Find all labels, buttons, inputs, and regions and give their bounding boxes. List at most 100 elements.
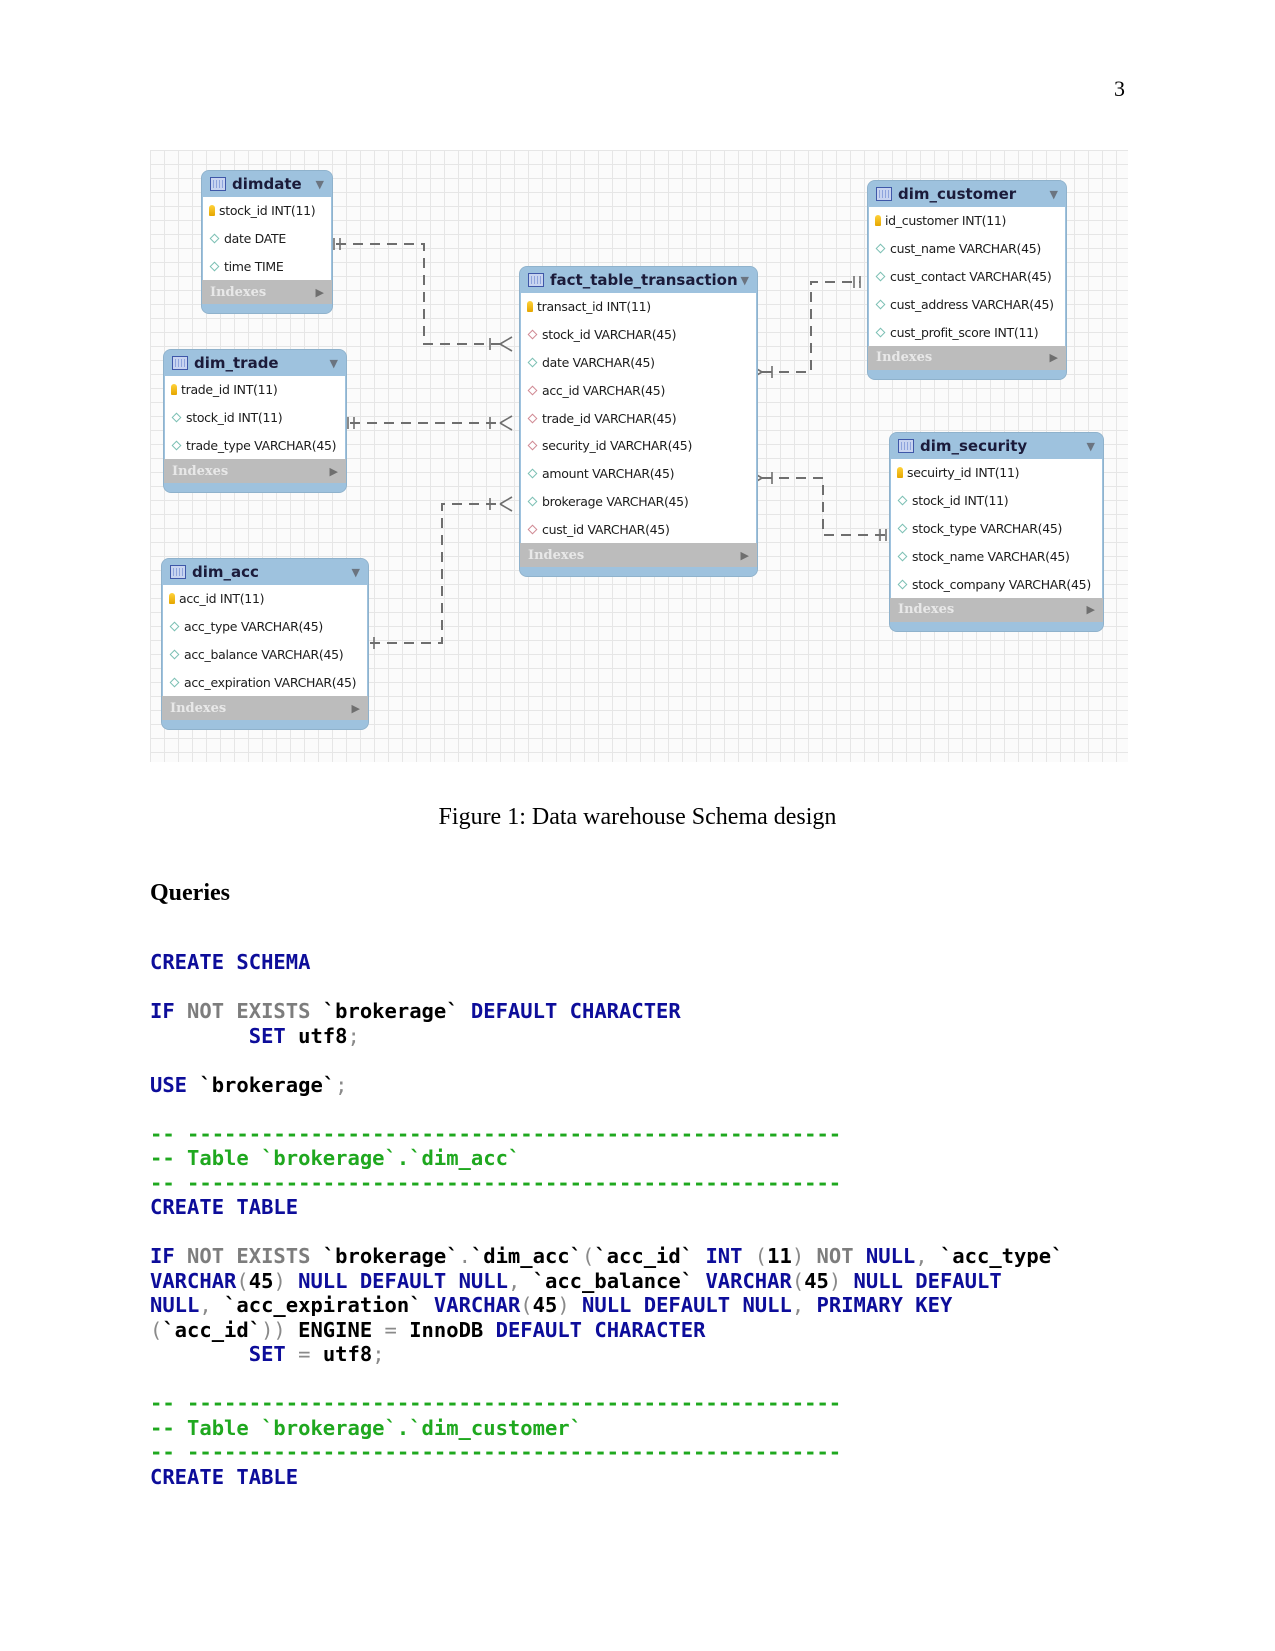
column-list: acc_id INT(11) acc_type VARCHAR(45) acc_ba… (163, 585, 367, 697)
column-label: stock_type VARCHAR(45) (912, 520, 1063, 536)
entity-dim-security[interactable]: dim_security ▼ secuirty_id INT(11) stock_… (890, 433, 1103, 631)
section-heading: Queries (150, 880, 230, 906)
identifier: `acc_type` (927, 1244, 1064, 1268)
column-label: date VARCHAR(45) (542, 354, 655, 370)
column-row[interactable]: stock_name VARCHAR(45) (891, 542, 1102, 570)
column-row[interactable]: trade_id INT(11) (165, 376, 345, 404)
column-row[interactable]: acc_id INT(11) (163, 585, 367, 613)
page-number: 3 (1114, 76, 1125, 101)
column-row[interactable]: stock_id INT(11) (165, 404, 345, 432)
column-row[interactable]: date VARCHAR(45) (521, 349, 756, 377)
column-row[interactable]: time TIME (203, 253, 331, 281)
collapse-caret-icon[interactable]: ▼ (1050, 188, 1058, 201)
primary-key-icon (171, 384, 177, 396)
column-label: acc_type VARCHAR(45) (184, 619, 323, 635)
punctuation: ( (520, 1293, 533, 1317)
foreign-key-diamond-icon (527, 385, 538, 396)
code-line: CREATE SCHEMA (150, 950, 1150, 975)
identifier: utf8 (322, 1342, 373, 1366)
expand-arrow-icon[interactable]: ▶ (330, 465, 338, 478)
indexes-section[interactable]: Indexes ▶ (868, 345, 1066, 370)
column-row[interactable]: cust_name VARCHAR(45) (869, 235, 1065, 263)
column-label: id_customer INT(11) (885, 213, 1007, 229)
comment-rule: -- -------------------------------------… (150, 1170, 842, 1195)
column-row[interactable]: acc_expiration VARCHAR(45) (163, 668, 367, 696)
column-row[interactable]: stock_id VARCHAR(45) (521, 321, 756, 349)
punctuation: , (199, 1293, 212, 1317)
collapse-caret-icon[interactable]: ▼ (330, 357, 338, 370)
column-row[interactable]: trade_type VARCHAR(45) (165, 432, 345, 460)
expand-arrow-icon[interactable]: ▶ (741, 549, 749, 562)
indexes-label: Indexes (170, 700, 227, 716)
indexes-label: Indexes (528, 547, 585, 563)
column-row[interactable]: stock_type VARCHAR(45) (891, 515, 1102, 543)
identifier: `acc_id` (594, 1244, 706, 1268)
collapse-caret-icon[interactable]: ▼ (316, 178, 324, 191)
column-diamond-icon (209, 233, 220, 244)
indexes-section[interactable]: Indexes ▶ (890, 597, 1103, 622)
column-row[interactable]: date DATE (203, 225, 331, 253)
expand-arrow-icon[interactable]: ▶ (352, 702, 360, 715)
column-row[interactable]: cust_contact VARCHAR(45) (869, 263, 1065, 291)
keyword: NULL DEFAULT NULL (285, 1268, 508, 1293)
entity-header: dimdate ▼ (202, 171, 332, 197)
column-list: secuirty_id INT(11) stock_id INT(11) stock… (891, 459, 1102, 598)
identifier: `brokerage` (310, 999, 471, 1023)
punctuation: ) (557, 1293, 570, 1317)
keyword: NULL (853, 1244, 916, 1268)
column-label: acc_expiration VARCHAR(45) (184, 674, 357, 690)
entity-title: dim_customer (898, 185, 1017, 203)
entity-dim-customer[interactable]: dim_customer ▼ id_customer INT(11) cust_n… (868, 181, 1066, 379)
column-row[interactable]: id_customer INT(11) (869, 207, 1065, 235)
column-label: cust_name VARCHAR(45) (890, 241, 1041, 257)
collapse-caret-icon[interactable]: ▼ (1087, 440, 1095, 453)
column-row[interactable]: stock_company VARCHAR(45) (891, 570, 1102, 598)
column-row[interactable]: cust_id VARCHAR(45) (521, 515, 756, 543)
entity-dimdate[interactable]: dimdate ▼ stock_id INT(11) date DATE time … (202, 171, 332, 314)
column-diamond-icon (169, 677, 180, 688)
column-row[interactable]: brokerage VARCHAR(45) (521, 488, 756, 516)
column-list: trade_id INT(11) stock_id INT(11) trade_ty… (165, 376, 345, 460)
column-row[interactable]: transact_id INT(11) (521, 293, 756, 321)
column-row[interactable]: cust_address VARCHAR(45) (869, 290, 1065, 318)
column-row[interactable]: acc_balance VARCHAR(45) (163, 641, 367, 669)
column-row[interactable]: cust_profit_score INT(11) (869, 318, 1065, 346)
collapse-caret-icon[interactable]: ▼ (741, 274, 749, 287)
indexes-section[interactable]: Indexes ▶ (162, 696, 368, 721)
entity-dim-trade[interactable]: dim_trade ▼ trade_id INT(11) stock_id INT… (164, 350, 346, 493)
identifier: `acc_id` (162, 1317, 262, 1342)
punctuation: ; (335, 1072, 348, 1097)
indexes-section[interactable]: Indexes ▶ (202, 280, 332, 305)
keyword: IF (150, 1244, 175, 1268)
column-label: stock_id VARCHAR(45) (542, 327, 677, 343)
expand-arrow-icon[interactable]: ▶ (1087, 603, 1095, 616)
entity-title: dim_trade (194, 354, 279, 372)
code-line: IF NOT EXISTS `brokerage`.`dim_acc`(`acc… (150, 1244, 1150, 1269)
expand-arrow-icon[interactable]: ▶ (316, 286, 324, 299)
column-label: cust_profit_score INT(11) (890, 324, 1039, 340)
indexes-section[interactable]: Indexes ▶ (520, 543, 757, 568)
column-row[interactable]: amount VARCHAR(45) (521, 460, 756, 488)
code-line: IF NOT EXISTS `brokerage` DEFAULT CHARAC… (150, 999, 1150, 1024)
primary-key-icon (209, 205, 215, 217)
punctuation: ( (582, 1244, 595, 1268)
entity-title: dim_acc (192, 563, 259, 581)
column-row[interactable]: acc_type VARCHAR(45) (163, 613, 367, 641)
identifier: `acc_expiration` (211, 1293, 434, 1317)
column-list: transact_id INT(11) stock_id VARCHAR(45) d… (521, 293, 756, 544)
collapse-caret-icon[interactable]: ▼ (352, 566, 360, 579)
entity-fact-table-transaction[interactable]: fact_table_transaction ▼ transact_id INT… (520, 267, 757, 577)
column-row[interactable]: secuirty_id INT(11) (891, 459, 1102, 487)
keyword: INT (705, 1244, 743, 1268)
column-row[interactable]: security_id VARCHAR(45) (521, 432, 756, 460)
column-row[interactable]: trade_id VARCHAR(45) (521, 404, 756, 432)
expand-arrow-icon[interactable]: ▶ (1050, 351, 1058, 364)
link-fact-customer (762, 281, 860, 373)
indexes-section[interactable]: Indexes ▶ (164, 459, 346, 484)
link-fact-security (762, 477, 888, 536)
column-label: stock_id INT(11) (186, 410, 283, 426)
column-row[interactable]: acc_id VARCHAR(45) (521, 376, 756, 404)
column-row[interactable]: stock_id INT(11) (891, 487, 1102, 515)
entity-dim-acc[interactable]: dim_acc ▼ acc_id INT(11) acc_type VARCHAR… (162, 559, 368, 730)
column-row[interactable]: stock_id INT(11) (203, 197, 331, 225)
